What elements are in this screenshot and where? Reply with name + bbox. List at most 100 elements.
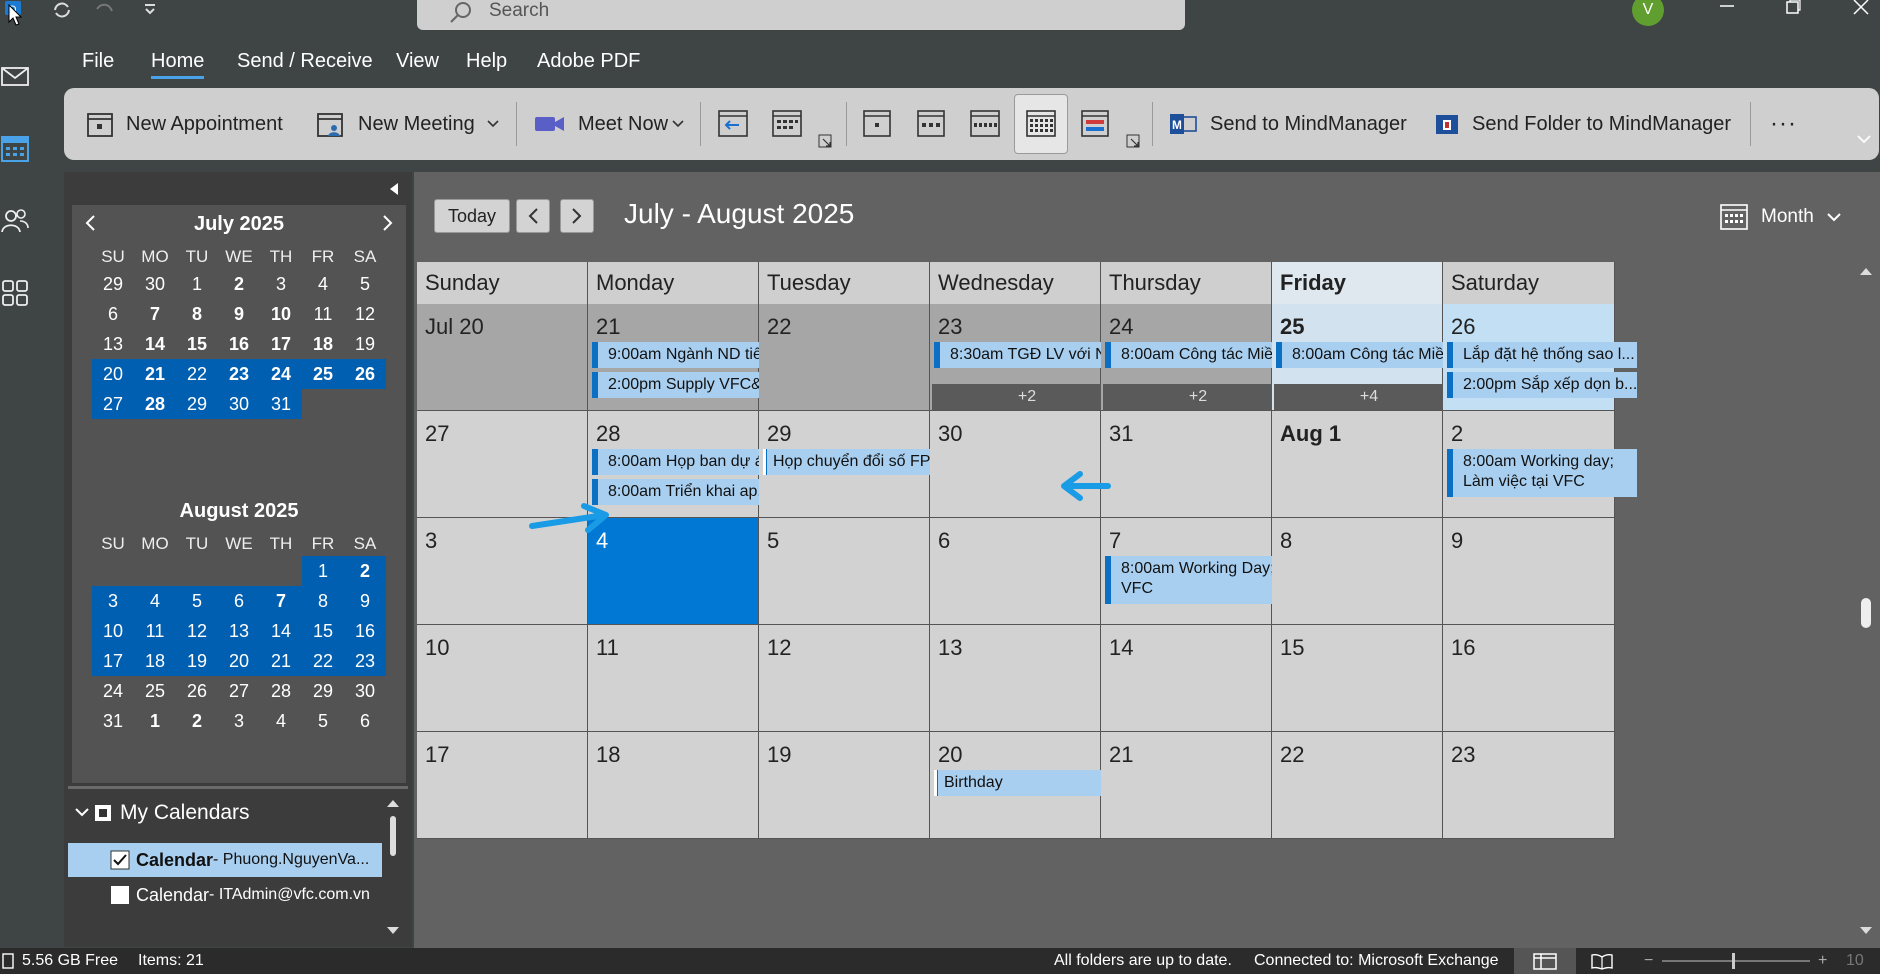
mini-cal-day[interactable]: 3 (260, 269, 302, 299)
day-cell[interactable]: 17 (417, 732, 588, 839)
mail-icon[interactable] (0, 62, 30, 92)
send-to-mindmanager-button[interactable]: M Send to MindManager (1168, 88, 1407, 160)
calendar-event[interactable]: 8:00am Working day; Làm việc tại VFC (1447, 449, 1637, 497)
mini-cal-day[interactable]: 8 (176, 299, 218, 329)
more-events-button[interactable]: +2 (1103, 384, 1293, 410)
chevron-down-icon[interactable] (487, 120, 499, 128)
calendar-event[interactable]: 8:30am TGĐ LV với Ng... (934, 342, 1124, 368)
day-cell[interactable]: 8 (1272, 518, 1443, 625)
undo-icon[interactable] (92, 0, 116, 20)
send-folder-to-mindmanager-button[interactable]: Send Folder to MindManager (1434, 88, 1731, 160)
day-cell[interactable]: 14 (1101, 625, 1272, 732)
mini-cal-day[interactable]: 12 (176, 616, 218, 646)
mini-cal-day[interactable]: 15 (302, 616, 344, 646)
mini-cal-day[interactable]: 28 (134, 389, 176, 419)
mini-cal-day[interactable]: 3 (92, 586, 134, 616)
mini-cal-day[interactable]: 6 (218, 586, 260, 616)
day-cell[interactable]: 25 8:00am Công tác Miền ... +4 (1272, 304, 1466, 411)
group-checkbox-icon[interactable] (94, 804, 112, 822)
calendar-event[interactable]: 8:00am Họp ban dự án... (592, 449, 782, 475)
day-cell[interactable]: 13 (930, 625, 1101, 732)
day-cell[interactable]: 24 8:00am Công tác Miền ... +2 (1101, 304, 1295, 411)
normal-view-button[interactable] (1514, 948, 1576, 974)
mini-cal-day[interactable]: 30 (134, 269, 176, 299)
ribbon-expand-icon[interactable] (1856, 134, 1872, 146)
mini-cal-day[interactable]: 1 (176, 269, 218, 299)
mini-cal-day[interactable]: 21 (134, 359, 176, 389)
mini-cal-day[interactable]: 10 (260, 299, 302, 329)
work-week-view-icon[interactable] (914, 106, 948, 140)
day-cell[interactable]: 26 Lắp đặt hệ thống sao l... 2:00pm Sắp xế… (1443, 304, 1637, 411)
customize-toolbar-icon[interactable] (138, 0, 162, 20)
calendar-item-primary[interactable]: Calendar - Phuong.NguyenVa... (68, 843, 382, 877)
day-cell[interactable]: 9 (1443, 518, 1615, 625)
mini-cal-day[interactable]: 30 (218, 389, 260, 419)
calendar-event[interactable]: 2:00pm Sắp xếp dọn b... (1447, 372, 1637, 398)
day-cell[interactable]: Jul 20 (417, 304, 588, 411)
mini-cal-day[interactable]: 29 (92, 269, 134, 299)
mini-cal-day[interactable]: 24 (92, 676, 134, 706)
new-meeting-button[interactable]: New Meeting (316, 88, 499, 160)
calendar-event[interactable]: 8:00am Công tác Miền ... (1276, 342, 1466, 368)
calendar-event[interactable]: 9:00am Ngành ND tiếp... (592, 342, 782, 368)
dialog-launcher-icon[interactable] (818, 134, 832, 148)
day-cell[interactable]: 12 (759, 625, 930, 732)
mini-cal-day[interactable]: 24 (260, 359, 302, 389)
day-cell[interactable]: 7 8:00am Working Day; VFC (1101, 518, 1295, 625)
mini-cal-day[interactable]: 1 (134, 706, 176, 736)
mini-cal-day[interactable]: 1 (302, 556, 344, 586)
day-cell[interactable]: 21 9:00am Ngành ND tiếp... 2:00pm Supply V… (588, 304, 782, 411)
mini-cal-day[interactable]: 14 (134, 329, 176, 359)
more-events-button[interactable]: +2 (932, 384, 1122, 410)
calendar-scrollbar[interactable] (1856, 262, 1876, 948)
mini-cal-day[interactable]: 11 (302, 299, 344, 329)
mini-cal-day[interactable]: 26 (176, 676, 218, 706)
calendar-event[interactable]: Lắp đặt hệ thống sao l... (1447, 342, 1637, 368)
new-appointment-button[interactable]: New Appointment (86, 88, 283, 160)
chevron-down-icon[interactable] (74, 807, 90, 819)
day-cell[interactable]: 31 (1101, 411, 1272, 518)
more-options-button[interactable]: ··· (1770, 88, 1797, 160)
people-icon[interactable] (0, 206, 30, 236)
mini-cal-day[interactable]: 23 (218, 359, 260, 389)
mini-cal-day[interactable]: 31 (92, 706, 134, 736)
mini-cal-day[interactable]: 11 (134, 616, 176, 646)
next-7-days-icon[interactable] (770, 106, 804, 140)
day-cell[interactable]: 23 8:30am TGĐ LV với Ng... +2 (930, 304, 1124, 411)
prev-button[interactable] (516, 199, 550, 233)
checkbox-icon[interactable] (110, 885, 130, 905)
mini-cal-day[interactable]: 31 (260, 389, 302, 419)
scroll-up-icon[interactable] (1859, 266, 1873, 276)
mini-cal-day[interactable]: 5 (302, 706, 344, 736)
mini-cal-day[interactable]: 6 (344, 706, 386, 736)
mini-cal-day[interactable]: 2 (176, 706, 218, 736)
scrollbar-thumb[interactable] (390, 816, 396, 856)
go-to-today-icon[interactable] (716, 106, 750, 140)
day-cell[interactable]: 6 (930, 518, 1101, 625)
schedule-view-icon[interactable] (1078, 106, 1112, 140)
day-cell[interactable]: 20 Birthday (930, 732, 1124, 839)
zoom-slider[interactable] (1662, 960, 1810, 962)
day-cell[interactable]: 22 (1272, 732, 1443, 839)
my-calendars-group[interactable]: My Calendars (68, 796, 382, 830)
meet-now-button[interactable]: Meet Now (534, 88, 684, 160)
mini-cal-day[interactable]: 19 (176, 646, 218, 676)
day-cell[interactable]: 23 (1443, 732, 1615, 839)
menu-home[interactable]: Home (151, 50, 205, 79)
dialog-launcher-icon[interactable] (1126, 134, 1140, 148)
mini-cal-day[interactable]: 20 (218, 646, 260, 676)
day-cell[interactable]: 22 (759, 304, 930, 411)
day-cell[interactable]: 16 (1443, 625, 1615, 732)
mini-cal-day[interactable]: 14 (260, 616, 302, 646)
calendar-event[interactable]: 8:00am Working Day; VFC (1105, 556, 1295, 604)
day-view-icon[interactable] (860, 106, 894, 140)
day-cell[interactable]: 19 (759, 732, 930, 839)
mini-cal-day[interactable]: 2 (344, 556, 386, 586)
day-cell[interactable]: 15 (1272, 625, 1443, 732)
mini-cal-day[interactable]: 10 (92, 616, 134, 646)
zoom-out-icon[interactable]: − (1644, 952, 1653, 970)
chevron-down-icon[interactable] (672, 120, 684, 128)
menu-send-receive[interactable]: Send / Receive (237, 50, 373, 73)
menu-adobe-pdf[interactable]: Adobe PDF (537, 50, 640, 73)
mini-cal-day[interactable]: 17 (92, 646, 134, 676)
